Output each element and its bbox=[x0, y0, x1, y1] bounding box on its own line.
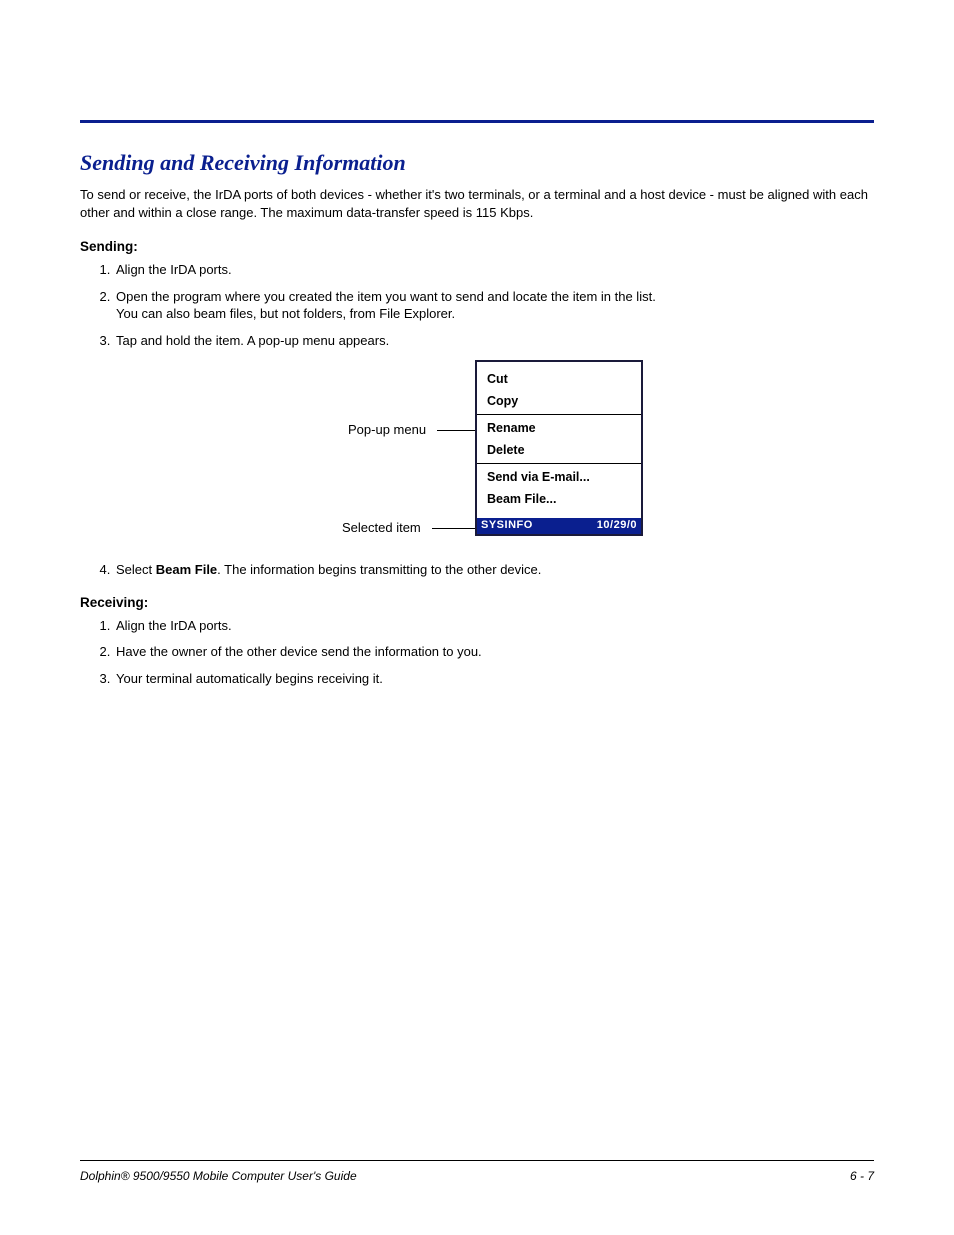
popup-menu-figure: Pop-up menu Selected item 9/0 8/0 8/0 Cu… bbox=[80, 360, 874, 550]
menu-item-cut[interactable]: Cut bbox=[477, 368, 641, 390]
callout-line-popup bbox=[437, 430, 475, 431]
sending-step-2-line1: Open the program where you created the i… bbox=[116, 289, 874, 306]
device-screenshot: 9/0 8/0 8/0 Cut Copy Rename Delete bbox=[475, 360, 643, 536]
sending-steps: Align the IrDA ports. Open the program w… bbox=[80, 262, 874, 350]
sending-step-4-bold: Beam File bbox=[156, 562, 217, 577]
menu-item-send-email[interactable]: Send via E-mail... bbox=[477, 466, 641, 488]
menu-item-rename[interactable]: Rename bbox=[477, 417, 641, 439]
page-footer: Dolphin® 9500/9550 Mobile Computer User'… bbox=[80, 1160, 874, 1183]
callout-line-selected bbox=[432, 528, 475, 529]
sending-step-4-a: Select bbox=[116, 562, 156, 577]
menu-item-beam-file[interactable]: Beam File... bbox=[477, 488, 641, 510]
menu-item-copy[interactable]: Copy bbox=[477, 390, 641, 412]
sending-step-4-c: . The information begins transmitting to… bbox=[217, 562, 541, 577]
sending-step-2: Open the program where you created the i… bbox=[114, 289, 874, 323]
intro-paragraph: To send or receive, the IrDA ports of bo… bbox=[80, 186, 874, 221]
receiving-heading: Receiving: bbox=[80, 595, 874, 610]
sending-heading: Sending: bbox=[80, 239, 874, 254]
sending-step-4: Select Beam File. The information begins… bbox=[114, 562, 874, 579]
selected-file-name: SYSINFO bbox=[481, 519, 533, 533]
sending-steps-continued: Select Beam File. The information begins… bbox=[80, 562, 874, 579]
section-title: Sending and Receiving Information bbox=[80, 150, 874, 176]
menu-item-delete[interactable]: Delete bbox=[477, 439, 641, 461]
popup-menu: Cut Copy Rename Delete Send via E-mail..… bbox=[477, 362, 641, 516]
receiving-step-3: Your terminal automatically begins recei… bbox=[114, 671, 874, 688]
footer-page-number: 6 - 7 bbox=[850, 1169, 874, 1183]
sending-step-3: Tap and hold the item. A pop-up menu app… bbox=[114, 333, 874, 350]
sending-step-2-line2: You can also beam files, but not folders… bbox=[116, 306, 874, 323]
selected-file-date: 10/29/0 bbox=[597, 519, 637, 533]
header-rule bbox=[80, 120, 874, 123]
receiving-steps: Align the IrDA ports. Have the owner of … bbox=[80, 618, 874, 689]
footer-title: Dolphin® 9500/9550 Mobile Computer User'… bbox=[80, 1169, 357, 1183]
callout-popup-menu: Pop-up menu bbox=[348, 422, 426, 437]
selected-file-row[interactable]: SYSINFO 10/29/0 bbox=[477, 518, 641, 534]
receiving-step-1: Align the IrDA ports. bbox=[114, 618, 874, 635]
receiving-step-2: Have the owner of the other device send … bbox=[114, 644, 874, 661]
sending-step-1: Align the IrDA ports. bbox=[114, 262, 874, 279]
callout-selected-item: Selected item bbox=[342, 520, 421, 535]
